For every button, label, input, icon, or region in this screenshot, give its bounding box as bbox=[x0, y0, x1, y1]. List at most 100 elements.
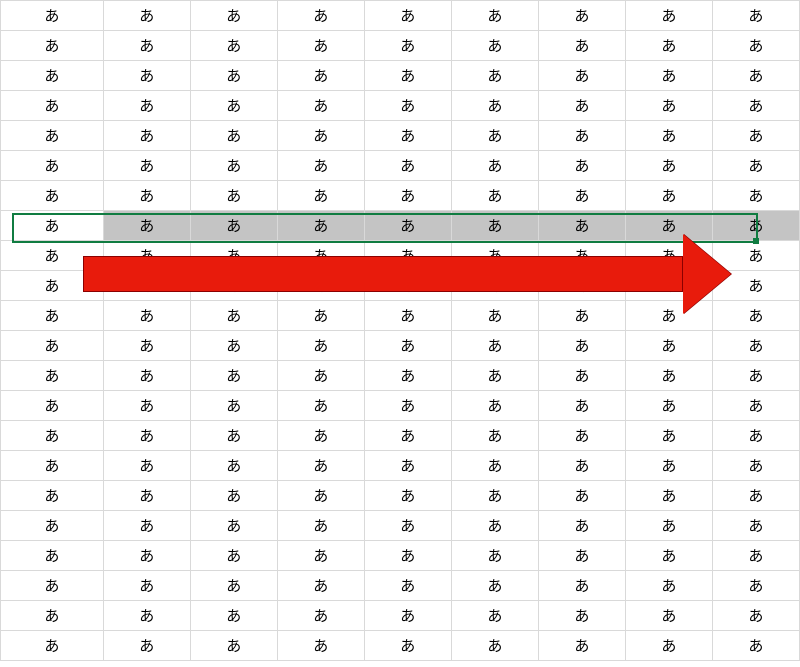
cell[interactable]: あ bbox=[364, 151, 451, 181]
cell[interactable]: あ bbox=[190, 271, 277, 301]
cell[interactable]: あ bbox=[451, 451, 538, 481]
cell[interactable]: あ bbox=[451, 181, 538, 211]
cell[interactable]: あ bbox=[190, 361, 277, 391]
cell[interactable]: あ bbox=[190, 571, 277, 601]
cell[interactable]: あ bbox=[364, 361, 451, 391]
cell[interactable]: あ bbox=[538, 271, 625, 301]
cell[interactable]: あ bbox=[712, 331, 799, 361]
cell[interactable]: あ bbox=[364, 91, 451, 121]
cell[interactable]: あ bbox=[277, 571, 364, 601]
cell[interactable]: あ bbox=[103, 511, 190, 541]
cell[interactable]: あ bbox=[451, 271, 538, 301]
cell[interactable]: あ bbox=[190, 181, 277, 211]
cell[interactable]: あ bbox=[103, 211, 190, 241]
cell[interactable]: あ bbox=[190, 211, 277, 241]
cell[interactable]: あ bbox=[1, 571, 104, 601]
cell[interactable]: あ bbox=[103, 451, 190, 481]
cell[interactable]: あ bbox=[1, 181, 104, 211]
cell[interactable]: あ bbox=[277, 61, 364, 91]
cell[interactable]: あ bbox=[451, 151, 538, 181]
cell[interactable]: あ bbox=[1, 391, 104, 421]
cell[interactable]: あ bbox=[277, 541, 364, 571]
cell[interactable]: あ bbox=[712, 241, 799, 271]
spreadsheet-grid[interactable]: ああああああああああああああああああああああああああああああああああああああああ… bbox=[0, 0, 800, 661]
cell[interactable]: あ bbox=[625, 121, 712, 151]
cell[interactable]: あ bbox=[451, 571, 538, 601]
cell[interactable]: あ bbox=[190, 601, 277, 631]
cell[interactable]: あ bbox=[103, 121, 190, 151]
cell[interactable]: あ bbox=[103, 91, 190, 121]
cell[interactable]: あ bbox=[190, 121, 277, 151]
cell[interactable]: あ bbox=[625, 361, 712, 391]
cell[interactable]: あ bbox=[712, 301, 799, 331]
cell[interactable]: あ bbox=[451, 421, 538, 451]
cell[interactable]: あ bbox=[451, 481, 538, 511]
cell[interactable]: あ bbox=[103, 301, 190, 331]
cell[interactable]: あ bbox=[451, 331, 538, 361]
cell[interactable]: あ bbox=[277, 421, 364, 451]
cell[interactable]: あ bbox=[451, 361, 538, 391]
cell[interactable]: あ bbox=[1, 271, 104, 301]
cell[interactable]: あ bbox=[625, 1, 712, 31]
cell[interactable]: あ bbox=[451, 541, 538, 571]
cell[interactable]: あ bbox=[277, 1, 364, 31]
cell[interactable]: あ bbox=[190, 1, 277, 31]
cell[interactable]: あ bbox=[712, 91, 799, 121]
cell[interactable]: あ bbox=[277, 91, 364, 121]
cell[interactable]: あ bbox=[1, 61, 104, 91]
cell[interactable]: あ bbox=[538, 31, 625, 61]
cell[interactable]: あ bbox=[190, 391, 277, 421]
cell[interactable]: あ bbox=[1, 331, 104, 361]
cell[interactable]: あ bbox=[190, 151, 277, 181]
cell[interactable]: あ bbox=[103, 1, 190, 31]
cell[interactable]: あ bbox=[190, 541, 277, 571]
cell[interactable]: あ bbox=[364, 181, 451, 211]
cell[interactable]: あ bbox=[364, 31, 451, 61]
cell[interactable]: あ bbox=[103, 571, 190, 601]
cell[interactable]: あ bbox=[538, 91, 625, 121]
cell[interactable]: あ bbox=[538, 421, 625, 451]
cell[interactable]: あ bbox=[712, 421, 799, 451]
cell[interactable]: あ bbox=[364, 421, 451, 451]
cell[interactable]: あ bbox=[190, 631, 277, 661]
cell[interactable]: あ bbox=[364, 1, 451, 31]
cell[interactable]: あ bbox=[277, 511, 364, 541]
cell[interactable]: あ bbox=[712, 181, 799, 211]
cell[interactable]: あ bbox=[364, 61, 451, 91]
cell[interactable]: あ bbox=[277, 181, 364, 211]
cell[interactable]: あ bbox=[364, 601, 451, 631]
cell[interactable]: あ bbox=[625, 391, 712, 421]
cell[interactable]: あ bbox=[625, 151, 712, 181]
cell[interactable]: あ bbox=[1, 31, 104, 61]
cell[interactable]: あ bbox=[103, 151, 190, 181]
cell[interactable]: あ bbox=[1, 301, 104, 331]
cell[interactable]: あ bbox=[712, 271, 799, 301]
cell[interactable]: あ bbox=[625, 271, 712, 301]
cell[interactable]: あ bbox=[364, 211, 451, 241]
cell[interactable]: あ bbox=[712, 121, 799, 151]
cell[interactable]: あ bbox=[538, 211, 625, 241]
cell[interactable]: あ bbox=[1, 481, 104, 511]
cell[interactable]: あ bbox=[364, 271, 451, 301]
cell[interactable]: あ bbox=[538, 361, 625, 391]
cell[interactable]: あ bbox=[538, 571, 625, 601]
cell[interactable]: あ bbox=[712, 541, 799, 571]
cell[interactable]: あ bbox=[451, 511, 538, 541]
cell[interactable]: あ bbox=[364, 331, 451, 361]
cell[interactable]: あ bbox=[712, 151, 799, 181]
cell[interactable]: あ bbox=[625, 241, 712, 271]
cell[interactable]: あ bbox=[712, 211, 799, 241]
cell[interactable]: あ bbox=[364, 451, 451, 481]
cell[interactable]: あ bbox=[625, 301, 712, 331]
cell[interactable]: あ bbox=[1, 631, 104, 661]
cell[interactable]: あ bbox=[364, 571, 451, 601]
cell[interactable]: あ bbox=[277, 631, 364, 661]
cell[interactable]: あ bbox=[1, 361, 104, 391]
cell[interactable]: あ bbox=[538, 61, 625, 91]
cell[interactable]: あ bbox=[1, 541, 104, 571]
cell[interactable]: あ bbox=[277, 31, 364, 61]
cell[interactable]: あ bbox=[625, 511, 712, 541]
cell[interactable]: あ bbox=[190, 61, 277, 91]
cell[interactable]: あ bbox=[364, 121, 451, 151]
cell[interactable]: あ bbox=[451, 631, 538, 661]
